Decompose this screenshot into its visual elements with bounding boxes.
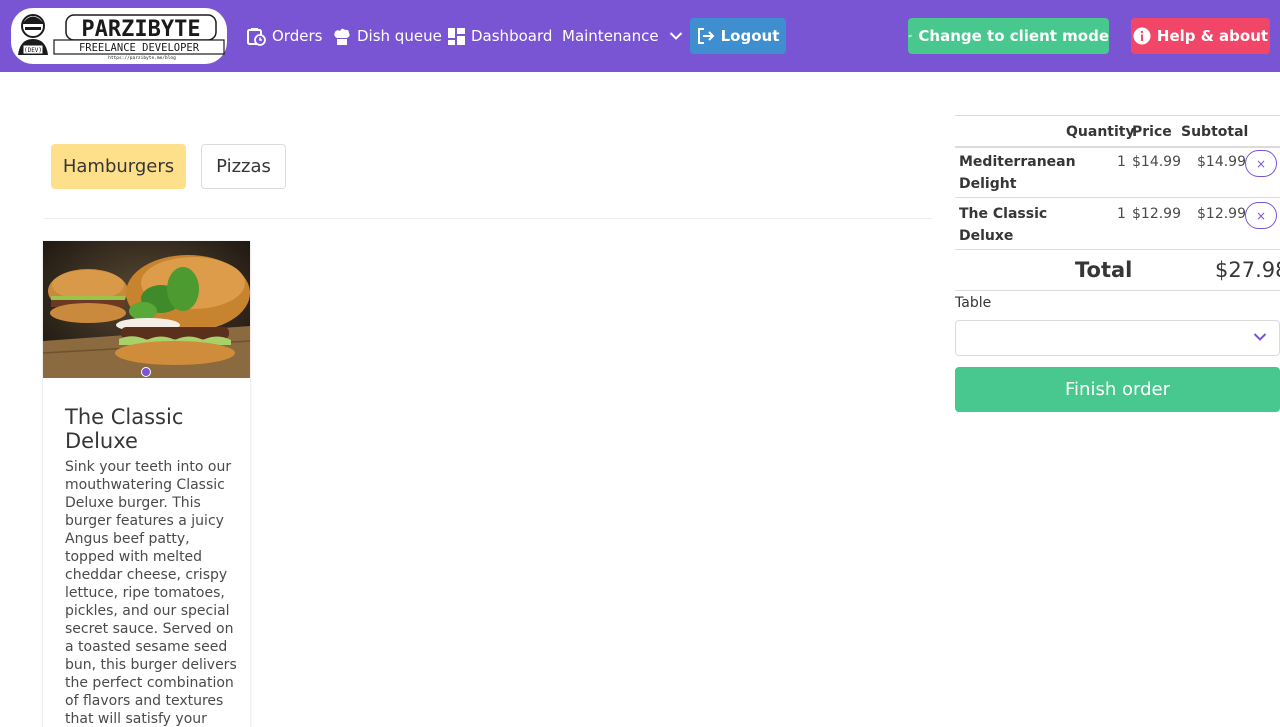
dashboard-icon — [448, 27, 465, 45]
logout-label: Logout — [720, 27, 780, 45]
help-about-button[interactable]: Help & about — [1131, 18, 1270, 54]
nav-orders[interactable]: Orders — [247, 0, 322, 72]
order-item-name: Mediterranean Delight — [959, 154, 1076, 192]
category-tab-hamburgers[interactable]: Hamburgers — [51, 144, 186, 189]
header-quantity: Quantity — [1066, 124, 1135, 140]
order-item-price: $12.99 — [1132, 206, 1181, 222]
brand-url: https://parzibyte.me/blog — [108, 55, 176, 61]
total-value: $27.98 — [1215, 258, 1280, 282]
divider — [44, 218, 932, 219]
nav-dashboard-label: Dashboard — [471, 27, 553, 45]
product-card[interactable]: The Classic Deluxe Sink your teeth into … — [43, 241, 250, 727]
table-select[interactable] — [955, 320, 1280, 356]
row-border — [955, 249, 1280, 250]
finish-order-label: Finish order — [1065, 379, 1170, 400]
remove-item-button[interactable]: × — [1245, 202, 1277, 229]
chevron-down-icon — [1253, 333, 1267, 341]
category-label: Pizzas — [216, 156, 271, 177]
order-item-subtotal: $12.99 — [1197, 206, 1246, 222]
total-border — [955, 290, 1280, 291]
product-image[interactable] — [43, 241, 250, 378]
client-mode-label: Change to client mode — [918, 27, 1109, 45]
chevron-down-icon — [669, 32, 682, 40]
table-select-label: Table — [955, 295, 992, 311]
brand-logo[interactable]: (DEV) PARZIBYTE FREELANCE DEVELOPER http… — [10, 7, 228, 65]
close-icon: × — [1255, 156, 1267, 171]
category-tab-pizzas[interactable]: Pizzas — [201, 144, 286, 189]
nav-dish-queue-label: Dish queue — [357, 27, 442, 45]
info-icon — [1133, 27, 1151, 45]
product-description: Sink your teeth into our mouthwatering C… — [65, 459, 237, 727]
logout-button[interactable]: Logout — [690, 18, 786, 54]
order-item-quantity: 1 — [1117, 206, 1126, 222]
product-name: The Classic Deluxe — [65, 405, 184, 453]
order-item-price: $14.99 — [1132, 154, 1181, 170]
table-header-border — [955, 146, 1280, 148]
order-item-name: The Classic Deluxe — [959, 206, 1048, 244]
category-label: Hamburgers — [62, 156, 175, 177]
nav-orders-label: Orders — [272, 27, 323, 45]
help-about-label: Help & about — [1156, 27, 1269, 45]
nav-maintenance-dropdown[interactable]: Maintenance — [562, 0, 689, 72]
close-icon: × — [1255, 208, 1267, 223]
chef-hat-icon — [334, 28, 350, 45]
finish-order-button[interactable]: Finish order — [955, 367, 1280, 412]
navbar: (DEV) PARZIBYTE FREELANCE DEVELOPER http… — [0, 0, 1280, 72]
row-border — [955, 197, 1280, 198]
brand-subtitle: FREELANCE DEVELOPER — [79, 42, 200, 54]
brand-badge: (DEV) — [24, 47, 42, 54]
logout-icon — [697, 28, 715, 44]
swap-arrows-icon — [908, 34, 912, 38]
nav-dashboard[interactable]: Dashboard — [448, 0, 552, 72]
nav-dish-queue[interactable]: Dish queue — [333, 0, 442, 72]
clock-list-icon — [247, 27, 266, 46]
header-price: Price — [1132, 124, 1172, 140]
brand-title: PARZIBYTE — [81, 17, 200, 42]
change-to-client-mode-button[interactable]: Change to client mode — [908, 18, 1109, 54]
total-label: Total — [1075, 258, 1133, 282]
table-border — [955, 115, 1280, 116]
nav-maintenance-label: Maintenance — [562, 27, 659, 45]
header-subtotal: Subtotal — [1181, 124, 1249, 140]
remove-item-button[interactable]: × — [1245, 150, 1277, 177]
order-item-subtotal: $14.99 — [1197, 154, 1246, 170]
order-item-quantity: 1 — [1117, 154, 1126, 170]
